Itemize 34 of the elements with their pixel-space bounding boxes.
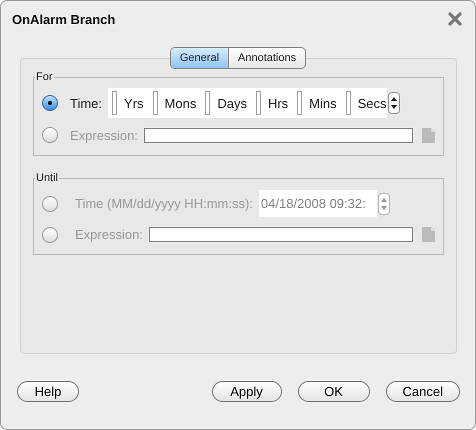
field-label: Expression: (75, 227, 143, 242)
dialog-button[interactable]: Cancel (386, 381, 460, 402)
unit-label: Hrs (268, 96, 288, 110)
input-field[interactable] (144, 128, 413, 142)
up-down-arrows-icon (390, 95, 398, 111)
field-label: Time: (70, 96, 102, 110)
unit-label: Mons (164, 96, 196, 110)
input-field[interactable] (148, 227, 413, 242)
input-field[interactable] (205, 91, 210, 115)
input-field[interactable] (152, 91, 158, 115)
up-down-arrows-icon (380, 196, 388, 212)
unit-label: Mins (309, 96, 337, 110)
spinner-button[interactable] (388, 92, 400, 114)
tab[interactable]: General (170, 48, 230, 68)
input-field[interactable] (256, 91, 261, 115)
input-field[interactable] (112, 91, 118, 115)
input-field[interactable] (297, 91, 302, 115)
unit-label: Secs (358, 96, 387, 110)
unit-label: Days (217, 96, 247, 110)
tab[interactable]: Annotations (229, 48, 306, 68)
help-button[interactable]: Help (17, 381, 79, 402)
unit-label: Yrs (124, 96, 144, 110)
document-icon[interactable] (422, 128, 435, 142)
dialog-button[interactable]: Apply (212, 381, 282, 402)
window-title: OnAlarm Branch (12, 12, 116, 26)
field-label: Expression: (70, 128, 138, 142)
field-label: Time (MM/dd/yyyy HH:mm:ss): (75, 196, 253, 211)
dialog-button[interactable]: OK (298, 381, 370, 402)
document-icon[interactable] (422, 227, 435, 242)
input-field[interactable] (346, 91, 351, 115)
radio-button[interactable] (42, 95, 58, 111)
group-legend: Until (35, 172, 60, 184)
group-legend: For (35, 71, 54, 83)
close-icon[interactable] (448, 12, 462, 26)
